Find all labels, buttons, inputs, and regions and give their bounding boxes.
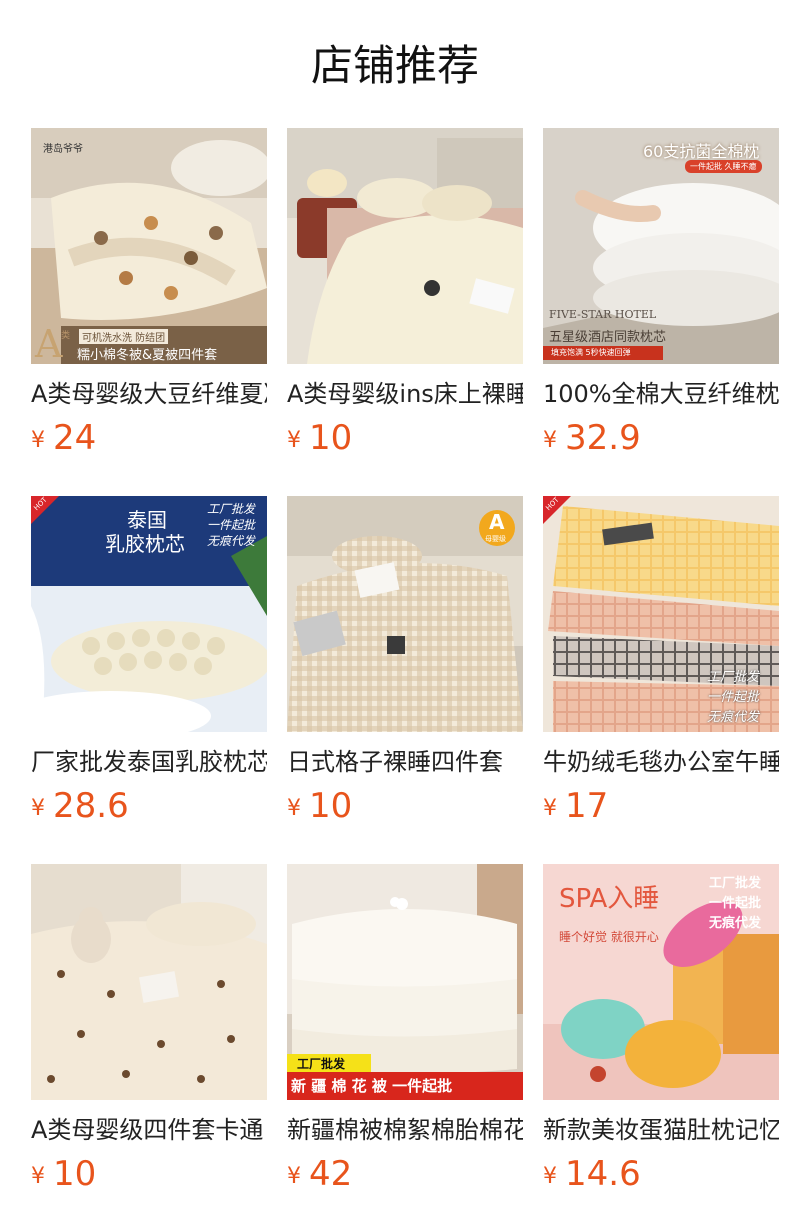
- product-name[interactable]: 日式格子裸睡四件套: [287, 744, 523, 780]
- image-slogan-1: 工厂批发: [707, 670, 760, 685]
- price-value: 14.6: [565, 1154, 641, 1194]
- image-slogan-2: 一件起批: [207, 518, 256, 532]
- product-card[interactable]: A 母婴级 日式格子裸睡四件套 ¥10: [287, 496, 523, 826]
- image-badge-sub: 类: [61, 331, 71, 341]
- product-card[interactable]: A类母婴级ins床上裸睡四件套 ¥10: [287, 128, 523, 458]
- price-value: 42: [309, 1154, 353, 1194]
- image-star-text: FIVE-STAR HOTEL: [549, 308, 657, 321]
- currency-symbol: ¥: [31, 428, 45, 453]
- image-slogan-3: 无痕代发: [709, 916, 762, 931]
- product-name[interactable]: 牛奶绒毛毯办公室午睡毯: [543, 744, 779, 780]
- image-slogan-2: 一件起批: [707, 690, 760, 705]
- image-tag: 一件起批 久睡不瘪: [685, 160, 762, 173]
- product-image[interactable]: 港岛爷爷 A 类 可机洗水洗 防结团 糯小棉冬被&夏被四件套: [31, 128, 267, 364]
- product-price: ¥10: [31, 1152, 96, 1196]
- page-title: 店铺推荐: [310, 41, 479, 90]
- product-price: ¥24: [31, 416, 96, 460]
- price-value: 10: [53, 1154, 97, 1194]
- product-name[interactable]: 新款美妆蛋猫肚枕记忆枕: [543, 1112, 779, 1148]
- currency-symbol: ¥: [287, 1164, 301, 1189]
- price-value: 17: [565, 786, 609, 826]
- image-note: 填充饱满 5秒快速回弹: [551, 348, 631, 357]
- product-card[interactable]: 港岛爷爷 A 类 可机洗水洗 防结团 糯小棉冬被&夏被四件套 A类母婴级大豆纤维…: [31, 128, 267, 458]
- currency-symbol: ¥: [543, 1164, 557, 1189]
- product-card[interactable]: HOT 工厂批发 一件起批 无痕代发 牛奶绒毛毯办公室午睡毯 ¥17: [543, 496, 779, 826]
- product-name[interactable]: A类母婴级四件套卡通: [31, 1112, 267, 1148]
- price-value: 10: [309, 786, 353, 826]
- product-image[interactable]: HOT 泰国 乳胶枕芯 工厂批发 一件起批 无痕代发: [31, 496, 267, 732]
- product-image[interactable]: 工厂批发 新 疆 棉 花 被 一件起批: [287, 864, 523, 1100]
- image-caption-1: 可机洗水洗 防结团: [79, 329, 169, 344]
- product-name[interactable]: 厂家批发泰国乳胶枕芯: [31, 744, 267, 780]
- image-badge-sub: 母婴级: [485, 535, 506, 543]
- product-image[interactable]: HOT 工厂批发 一件起批 无痕代发: [543, 496, 779, 732]
- product-card[interactable]: 工厂批发 新 疆 棉 花 被 一件起批 新疆棉被棉絮棉胎棉花被 ¥42: [287, 864, 523, 1194]
- currency-symbol: ¥: [31, 796, 45, 821]
- currency-symbol: ¥: [543, 428, 557, 453]
- product-price: ¥28.6: [31, 784, 129, 828]
- image-brand-text: 港岛爷爷: [43, 144, 83, 155]
- product-image[interactable]: SPA入睡 睡个好觉 就很开心 工厂批发 一件起批 无痕代发: [543, 864, 779, 1100]
- product-card[interactable]: SPA入睡 睡个好觉 就很开心 工厂批发 一件起批 无痕代发 新款美妆蛋猫肚枕记…: [543, 864, 779, 1194]
- currency-symbol: ¥: [287, 428, 301, 453]
- product-image[interactable]: A 母婴级: [287, 496, 523, 732]
- product-price: ¥32.9: [543, 416, 641, 460]
- product-card[interactable]: A类母婴级四件套卡通 ¥10: [31, 864, 267, 1194]
- product-price: ¥10: [287, 416, 352, 460]
- currency-symbol: ¥: [31, 1164, 45, 1189]
- image-hotel-text: 五星级酒店同款枕芯: [549, 330, 667, 345]
- image-slogan-3: 无痕代发: [207, 534, 256, 548]
- product-card[interactable]: HOT 泰国 乳胶枕芯 工厂批发 一件起批 无痕代发 厂家批发泰国乳胶枕芯 ¥2…: [31, 496, 267, 826]
- image-tag: 工厂批发: [297, 1057, 346, 1071]
- image-caption-2: 糯小棉冬被&夏被四件套: [77, 348, 218, 363]
- product-price: ¥10: [287, 784, 352, 828]
- product-price: ¥14.6: [543, 1152, 641, 1196]
- image-banner: 新 疆 棉 花 被 一件起批: [291, 1077, 453, 1095]
- product-image[interactable]: [287, 128, 523, 364]
- price-value: 32.9: [565, 418, 641, 458]
- image-slogan-2: 一件起批: [709, 896, 762, 911]
- product-image[interactable]: 60支抗菌全棉枕 一件起批 久睡不瘪 FIVE-STAR HOTEL 五星级酒店…: [543, 128, 779, 364]
- product-name[interactable]: 100%全棉大豆纤维枕芯: [543, 376, 779, 412]
- image-slogan-3: 无痕代发: [707, 710, 760, 725]
- currency-symbol: ¥: [287, 796, 301, 821]
- image-badge-letter: A: [35, 322, 63, 364]
- price-value: 10: [309, 418, 353, 458]
- image-title-2: 乳胶枕芯: [105, 532, 185, 556]
- image-slogan-1: 工厂批发: [207, 502, 256, 516]
- image-headline: 60支抗菌全棉枕: [643, 142, 760, 161]
- price-value: 24: [53, 418, 97, 458]
- product-image[interactable]: [31, 864, 267, 1100]
- image-badge-letter: A: [489, 510, 505, 534]
- price-value: 28.6: [53, 786, 129, 826]
- product-name[interactable]: 新疆棉被棉絮棉胎棉花被: [287, 1112, 523, 1148]
- product-card[interactable]: 60支抗菌全棉枕 一件起批 久睡不瘪 FIVE-STAR HOTEL 五星级酒店…: [543, 128, 779, 458]
- product-name[interactable]: A类母婴级大豆纤维夏凉被: [31, 376, 267, 412]
- product-name[interactable]: A类母婴级ins床上裸睡四件套: [287, 376, 523, 412]
- image-slogan-1: 工厂批发: [709, 876, 762, 891]
- image-subheadline: 睡个好觉 就很开心: [559, 930, 659, 944]
- image-headline: SPA入睡: [559, 884, 660, 914]
- product-price: ¥42: [287, 1152, 352, 1196]
- product-price: ¥17: [543, 784, 608, 828]
- currency-symbol: ¥: [543, 796, 557, 821]
